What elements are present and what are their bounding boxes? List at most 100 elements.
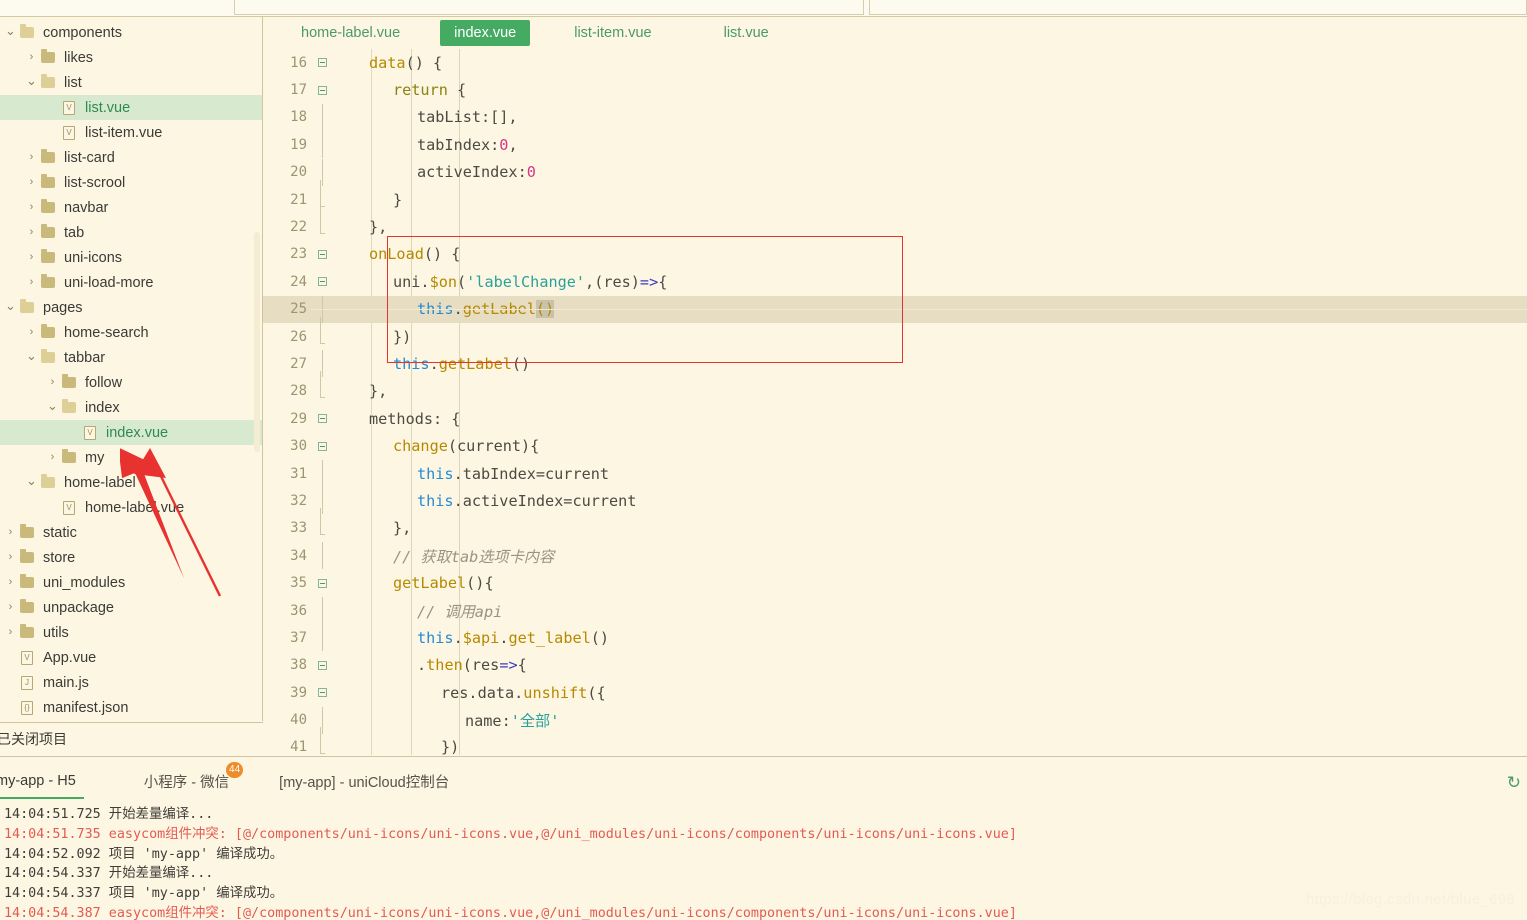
fold-collapse-icon[interactable] — [311, 277, 333, 287]
tree-item-app-vue[interactable]: V App.vue — [0, 645, 263, 670]
chevron-right-icon[interactable]: › — [25, 252, 38, 263]
tree-item-home-label-vue[interactable]: Vhome-label.vue — [0, 495, 263, 520]
fold-collapse-icon[interactable] — [311, 85, 333, 95]
sidebar-scrollbar[interactable] — [254, 232, 260, 452]
refresh-icon[interactable]: ↻ — [1507, 773, 1521, 793]
chevron-right-icon[interactable]: › — [4, 627, 17, 638]
console-tab-3[interactable]: [my-app] - uniCloud控制台 — [279, 771, 449, 792]
code-line[interactable]: 25 this.getLabel() — [263, 295, 1527, 323]
code-line[interactable]: 31 this.tabIndex=current — [263, 460, 1527, 488]
tree-item-store[interactable]: › store — [0, 545, 263, 570]
code-line[interactable]: 28}, — [263, 371, 1527, 405]
tree-item-tab[interactable]: › tab — [0, 220, 263, 245]
tree-item-list-card[interactable]: › list-card — [0, 145, 263, 170]
tree-item-index-vue[interactable]: Vindex.vue — [0, 420, 263, 445]
fold-collapse-icon[interactable] — [311, 578, 333, 588]
chevron-right-icon[interactable]: › — [4, 552, 17, 563]
chevron-down-icon[interactable]: ⌄ — [25, 74, 38, 87]
chevron-down-icon[interactable]: ⌄ — [4, 24, 17, 37]
chevron-down-icon[interactable]: ⌄ — [25, 349, 38, 362]
tree-item-uni-icons[interactable]: › uni-icons — [0, 245, 263, 270]
code-line[interactable]: 26}) — [263, 316, 1527, 350]
code-line[interactable]: 18 tabList:[], — [263, 103, 1527, 131]
code-line[interactable]: 19 tabIndex:0, — [263, 131, 1527, 159]
code-line[interactable]: 17 return { — [263, 76, 1527, 103]
code-line[interactable]: 23 onLoad() { — [263, 241, 1527, 268]
file-tree[interactable]: ⌄ components › likes ⌄ list Vlist.vue Vlist-i… — [0, 17, 263, 720]
code-line[interactable]: 37 this.$api.get_label() — [263, 624, 1527, 652]
toolbar-field-right[interactable] — [869, 0, 1527, 15]
tree-item-list-scrool[interactable]: › list-scrool — [0, 170, 263, 195]
tree-item-home-search[interactable]: › home-search — [0, 320, 263, 345]
chevron-right-icon[interactable]: › — [4, 577, 17, 588]
tree-item-list[interactable]: ⌄ list — [0, 70, 263, 95]
chevron-right-icon[interactable]: › — [4, 602, 17, 613]
tree-item-home-label[interactable]: ⌄ home-label — [0, 470, 263, 495]
editor-tab-list-item-vue[interactable]: list-item.vue — [560, 20, 665, 46]
chevron-right-icon[interactable]: › — [4, 527, 17, 538]
code-line[interactable]: 33}, — [263, 508, 1527, 542]
tree-item-manifest-json[interactable]: {} manifest.json — [0, 695, 263, 720]
code-line[interactable]: 35 getLabel(){ — [263, 569, 1527, 596]
chevron-right-icon[interactable]: › — [25, 177, 38, 188]
tree-item-list-vue[interactable]: Vlist.vue — [0, 95, 263, 120]
code-line[interactable]: 30 change(current){ — [263, 432, 1527, 459]
chevron-right-icon[interactable]: › — [25, 202, 38, 213]
tree-item-follow[interactable]: › follow — [0, 370, 263, 395]
fold-collapse-icon[interactable] — [311, 58, 333, 68]
code-line[interactable]: 22}, — [263, 207, 1527, 240]
code-line[interactable]: 39 res.data.unshift({ — [263, 679, 1527, 706]
code-line[interactable]: 20 activeIndex:0 — [263, 158, 1527, 186]
toolbar-field-left[interactable] — [234, 0, 864, 15]
tree-item-index[interactable]: ⌄ index — [0, 395, 263, 420]
chevron-right-icon[interactable]: › — [25, 52, 38, 63]
fold-collapse-icon[interactable] — [311, 660, 333, 670]
code-line[interactable]: 27 this.getLabel() — [263, 350, 1527, 378]
chevron-right-icon[interactable]: › — [25, 152, 38, 163]
code-line[interactable]: 24 uni.$on('labelChange',(res)=>{ — [263, 268, 1527, 295]
tree-item-navbar[interactable]: › navbar — [0, 195, 263, 220]
fold-collapse-icon[interactable] — [311, 249, 333, 259]
editor-tab-list-vue[interactable]: list.vue — [710, 20, 783, 46]
code-line[interactable]: 29 methods: { — [263, 405, 1527, 432]
chevron-down-icon[interactable]: ⌄ — [46, 399, 59, 412]
chevron-right-icon[interactable]: › — [25, 327, 38, 338]
console-output[interactable]: 14:04:51.725 开始差量编译... 14:04:51.735 easyc… — [0, 805, 1527, 920]
tree-item-uni-load-more[interactable]: › uni-load-more — [0, 270, 263, 295]
fold-collapse-icon[interactable] — [311, 688, 333, 698]
tree-item-unpackage[interactable]: › unpackage — [0, 595, 263, 620]
chevron-right-icon[interactable]: › — [46, 377, 59, 388]
code-lines[interactable]: 16 data() {17 return {18 tabList:[], 19 tabIn… — [263, 49, 1527, 755]
chevron-down-icon[interactable]: ⌄ — [25, 474, 38, 487]
code-line[interactable]: 32 this.activeIndex=current — [263, 487, 1527, 515]
editor-tabbar[interactable]: home-label.vue index.vue list-item.vue list… — [263, 17, 1527, 49]
chevron-right-icon[interactable]: › — [25, 227, 38, 238]
tree-item-likes[interactable]: › likes — [0, 45, 263, 70]
chevron-right-icon[interactable]: › — [46, 452, 59, 463]
closed-projects-bar[interactable]: 已关闭项目 — [0, 722, 263, 755]
code-line[interactable]: 34 // 获取tab选项卡内容 — [263, 542, 1527, 570]
tree-item-utils[interactable]: › utils — [0, 620, 263, 645]
project-explorer[interactable]: ⌄ components › likes ⌄ list Vlist.vue Vlist-i… — [0, 17, 263, 721]
tree-item-my[interactable]: › my — [0, 445, 263, 470]
tree-item-uni-modules[interactable]: › uni_modules — [0, 570, 263, 595]
code-line[interactable]: 41}) — [263, 727, 1527, 755]
console-tab-2[interactable]: 小程序 - 微信 44 — [144, 761, 244, 792]
console-tabbar[interactable]: my-app - H5 小程序 - 微信 44 [my-app] - uniCloud… — [0, 757, 1527, 805]
editor-tab-index-vue[interactable]: index.vue — [440, 20, 531, 46]
code-line[interactable]: 21} — [263, 179, 1527, 213]
tree-item-main-js[interactable]: Jmain.js — [0, 670, 263, 695]
tree-item-static[interactable]: › static — [0, 520, 263, 545]
tree-item-pages[interactable]: ⌄ pages — [0, 295, 263, 320]
code-view[interactable]: 16 data() {17 return {18 tabList:[], 19 tabIn… — [263, 49, 1527, 755]
code-line[interactable]: 16 data() { — [263, 49, 1527, 76]
fold-collapse-icon[interactable] — [311, 441, 333, 451]
tree-item-components[interactable]: ⌄ components — [0, 20, 263, 45]
editor-tab-home-label-vue[interactable]: home-label.vue — [287, 20, 414, 46]
chevron-down-icon[interactable]: ⌄ — [4, 299, 17, 312]
chevron-right-icon[interactable]: › — [25, 277, 38, 288]
code-line[interactable]: 38 .then(res=>{ — [263, 652, 1527, 679]
tree-item-list-item-vue[interactable]: Vlist-item.vue — [0, 120, 263, 145]
code-line[interactable]: 40 name:'全部' — [263, 706, 1527, 734]
code-line[interactable]: 36 // 调用api — [263, 597, 1527, 624]
